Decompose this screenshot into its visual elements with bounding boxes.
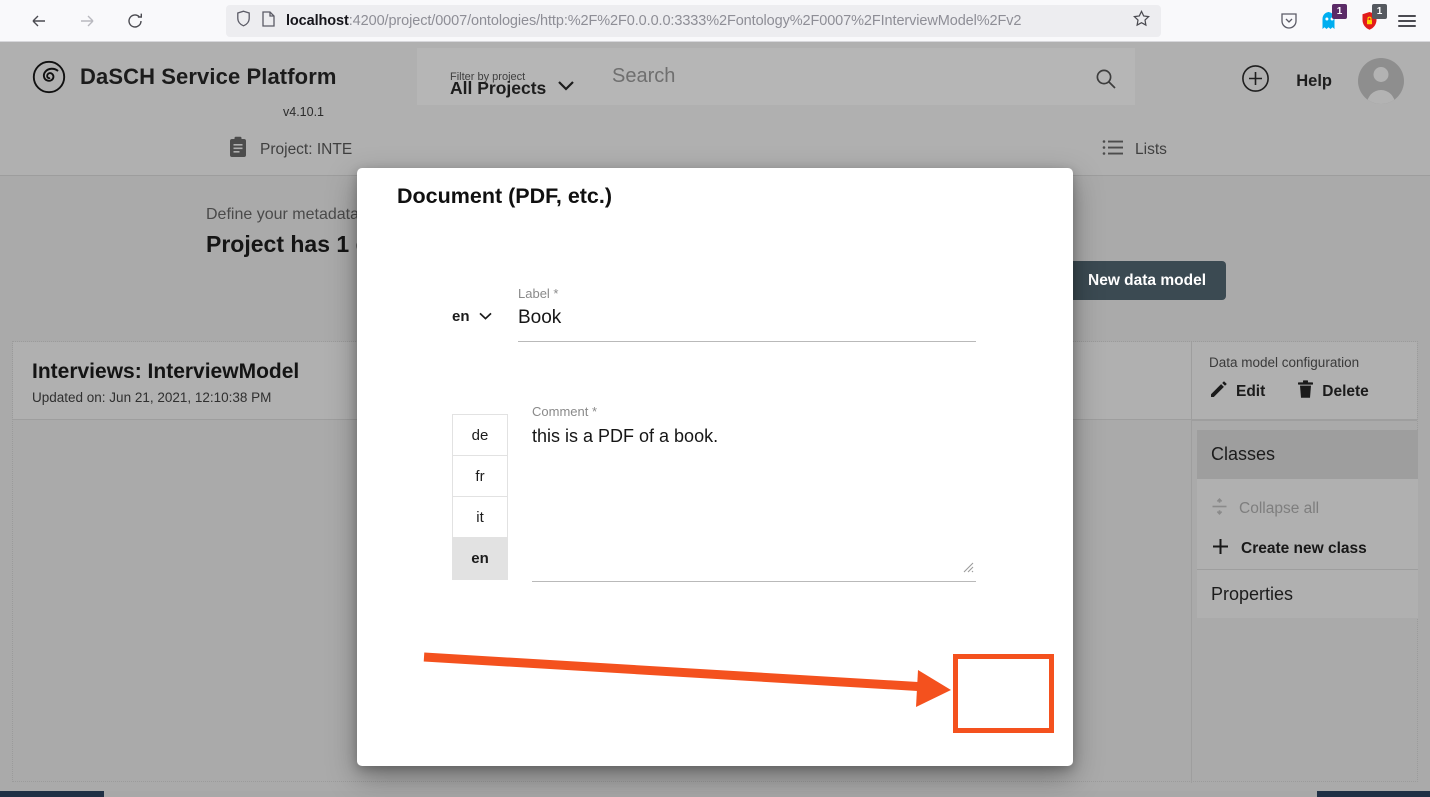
label-caption: Label * [518,286,976,301]
comment-language-tabs: de fr it en [452,414,508,580]
comment-lang-tab-en[interactable]: en [453,538,507,579]
label-input-column: Label * Book [518,286,976,342]
document-dialog: Document (PDF, etc.) en Label * Book de … [357,168,1073,766]
comment-input-column: Comment * this is a PDF of a book. [532,404,976,582]
resize-grip-icon[interactable] [960,557,974,571]
comment-textarea[interactable]: this is a PDF of a book. [532,424,976,582]
label-input[interactable]: Book [518,307,976,329]
chevron-down-icon[interactable] [478,308,493,325]
comment-caption: Comment * [532,404,976,419]
label-language-select[interactable]: en [452,308,493,325]
label-underline [518,341,976,342]
screen: localhost:4200/project/0007/ontologies/h… [0,0,1430,797]
label-language-value: en [452,308,470,325]
dialog-title: Document (PDF, etc.) [397,184,612,209]
comment-lang-tab-fr[interactable]: fr [453,456,507,497]
comment-value: this is a PDF of a book. [532,426,718,446]
comment-lang-tab-it[interactable]: it [453,497,507,538]
comment-lang-tab-de[interactable]: de [453,415,507,456]
